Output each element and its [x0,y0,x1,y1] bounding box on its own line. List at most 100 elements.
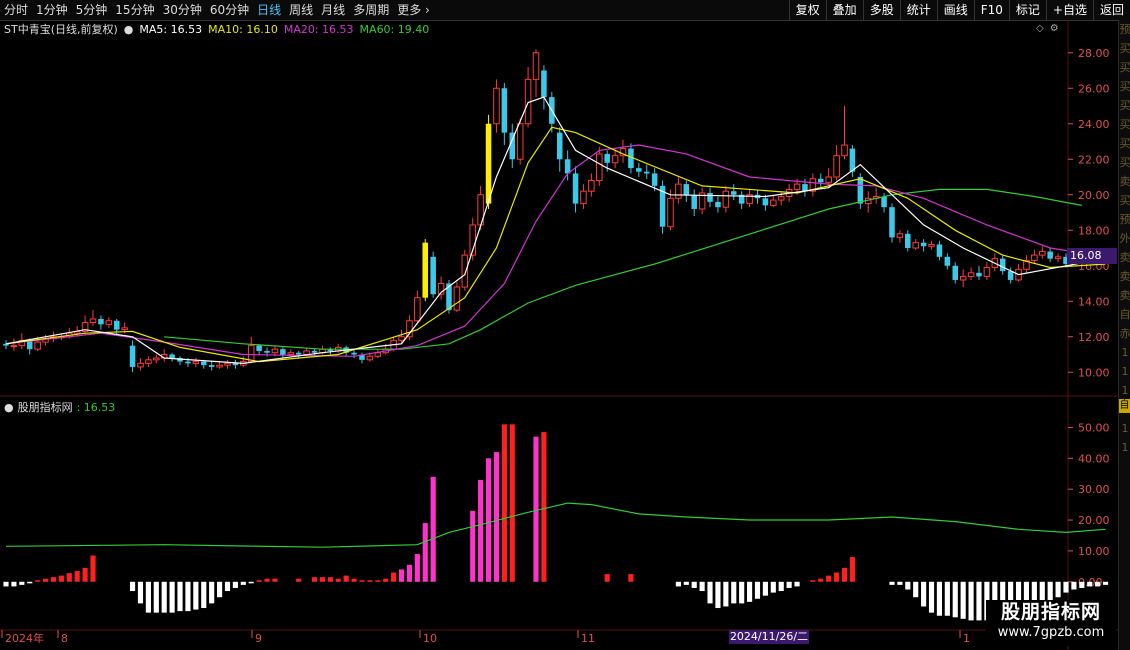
period-tab[interactable]: 60分钟 [206,0,253,20]
candle-body [121,327,128,331]
toolbar-action[interactable]: 统计 [899,0,937,20]
toolbar-action[interactable]: 复权 [788,0,826,20]
candle-body [113,320,120,330]
indicator-bar [754,581,761,599]
indicator-bar [430,476,436,582]
selected-badge[interactable]: 自 [1119,399,1130,413]
candle-body [264,350,270,353]
signal-strip-item[interactable]: 卖 [1119,172,1130,191]
candle-body [34,341,41,350]
signal-strip-item[interactable]: 1 [1119,438,1130,457]
y-tick-label: 14.00 [1078,295,1110,308]
candle-body [636,168,642,172]
toolbar-action[interactable]: 多股 [862,0,900,20]
signal-strip-item[interactable]: 1 [1119,381,1130,400]
indicator-bar [952,581,958,618]
signal-strip-item[interactable]: 买 [1119,58,1130,77]
indicator-bar [209,581,215,604]
period-tab[interactable]: 月线 [317,0,349,20]
indicator-bar [1071,581,1077,590]
candle-body [944,256,951,266]
indicator-bar [834,572,840,582]
signal-strip-item[interactable]: 1 [1119,343,1130,362]
signal-strip-item[interactable]: 卖 [1119,267,1130,286]
indicator-bar [849,557,855,582]
candle-body [976,272,982,277]
signal-strip-item[interactable]: 买 [1119,96,1130,115]
candle-body [247,345,255,363]
candle-body [516,123,524,160]
indicator-bar [691,581,697,588]
candle-body [667,197,674,228]
y-tick-label: 24.00 [1078,118,1110,131]
signal-strip-item[interactable]: 外 [1119,229,1130,248]
indicator-bar [50,577,57,582]
candle-body [818,178,824,183]
candle-body [1047,251,1053,259]
indicator-bar [248,581,254,584]
indicator-bar [90,555,96,582]
toolbar-action[interactable]: 画线 [936,0,974,20]
period-tab[interactable]: 15分钟 [111,0,158,20]
indicator-bar [406,564,413,582]
action-toolbar: 复权 叠加 多股 统计 画线 F10 标记 +自选 返回 [788,0,1130,20]
candle-body [1054,256,1062,260]
kline-chart[interactable]: 28.0026.0024.0022.0020.0018.0016.0014.00… [0,20,1118,650]
indicator-bar [42,578,49,582]
period-tab[interactable]: 日线 [253,0,285,20]
candle-body [952,265,959,280]
candle-body [303,350,310,356]
toolbar-action[interactable]: 返回 [1092,0,1130,20]
toolbar-action[interactable]: 标记 [1008,0,1046,20]
period-tab[interactable]: 更多 › [393,0,434,20]
indicator-bar [335,578,341,582]
candle-body [153,357,160,361]
signal-strip-item[interactable]: 买 [1119,39,1130,58]
candle-body [611,155,619,164]
signal-strip-item[interactable]: 预 [1119,210,1130,229]
signal-strip-item[interactable]: 自 [1119,305,1130,324]
indicator-bar [944,581,950,616]
indicator-bar [897,581,903,585]
signal-strip-item[interactable]: 买 [1119,134,1130,153]
signal-strip-item[interactable]: 赤 [1119,324,1130,343]
indicator-bar [976,581,982,621]
x-tick-label: 2024年 [5,631,44,645]
indicator-bar [311,577,318,582]
candle-body [10,345,18,348]
period-tab[interactable]: 5分钟 [72,0,112,20]
cursor-date-tag: 2024/11/26/二 [729,630,809,644]
candle-body [169,354,175,359]
period-tab[interactable]: 周线 [285,0,317,20]
signal-strip-item[interactable]: 卖 [1119,248,1130,267]
indicator-bar [818,578,824,582]
indicator-bar [921,581,927,607]
candle-body [374,352,382,357]
toolbar-action[interactable]: F10 [973,0,1009,20]
signal-strip-item[interactable]: 买 [1119,153,1130,172]
indicator-bar [224,581,231,592]
candle-body [493,87,500,125]
toolbar-action[interactable]: +自选 [1045,0,1093,20]
signal-strip-item[interactable]: 买 [1119,115,1130,134]
signal-strip-item[interactable]: 买 [1119,191,1130,210]
period-tab[interactable]: 分时 [0,0,32,20]
indicator-bar [296,578,302,582]
signal-strip-item[interactable]: 买 [1119,77,1130,96]
indicator-line [5,502,1106,548]
period-tab[interactable]: 1分钟 [32,0,72,20]
signal-strip-item[interactable]: 预 [1119,20,1130,39]
toolbar-action[interactable]: 叠加 [825,0,863,20]
candle-body [280,349,286,355]
indicator-bar [367,580,373,582]
signal-strip-item[interactable]: 卖 [1119,286,1130,305]
period-tab[interactable]: 30分钟 [159,0,206,20]
candle-body [1039,251,1046,256]
indicator-y-tick-label: 50.00 [1078,421,1110,434]
period-tab[interactable]: 多周期 [349,0,393,20]
signal-strip-item[interactable]: 1 [1119,362,1130,381]
signal-strip-item[interactable]: 1 [1119,419,1130,438]
watermark-url: www.7gpzb.com [997,625,1105,640]
candle-body [216,364,223,368]
indicator-y-tick-label: 30.00 [1078,483,1110,496]
